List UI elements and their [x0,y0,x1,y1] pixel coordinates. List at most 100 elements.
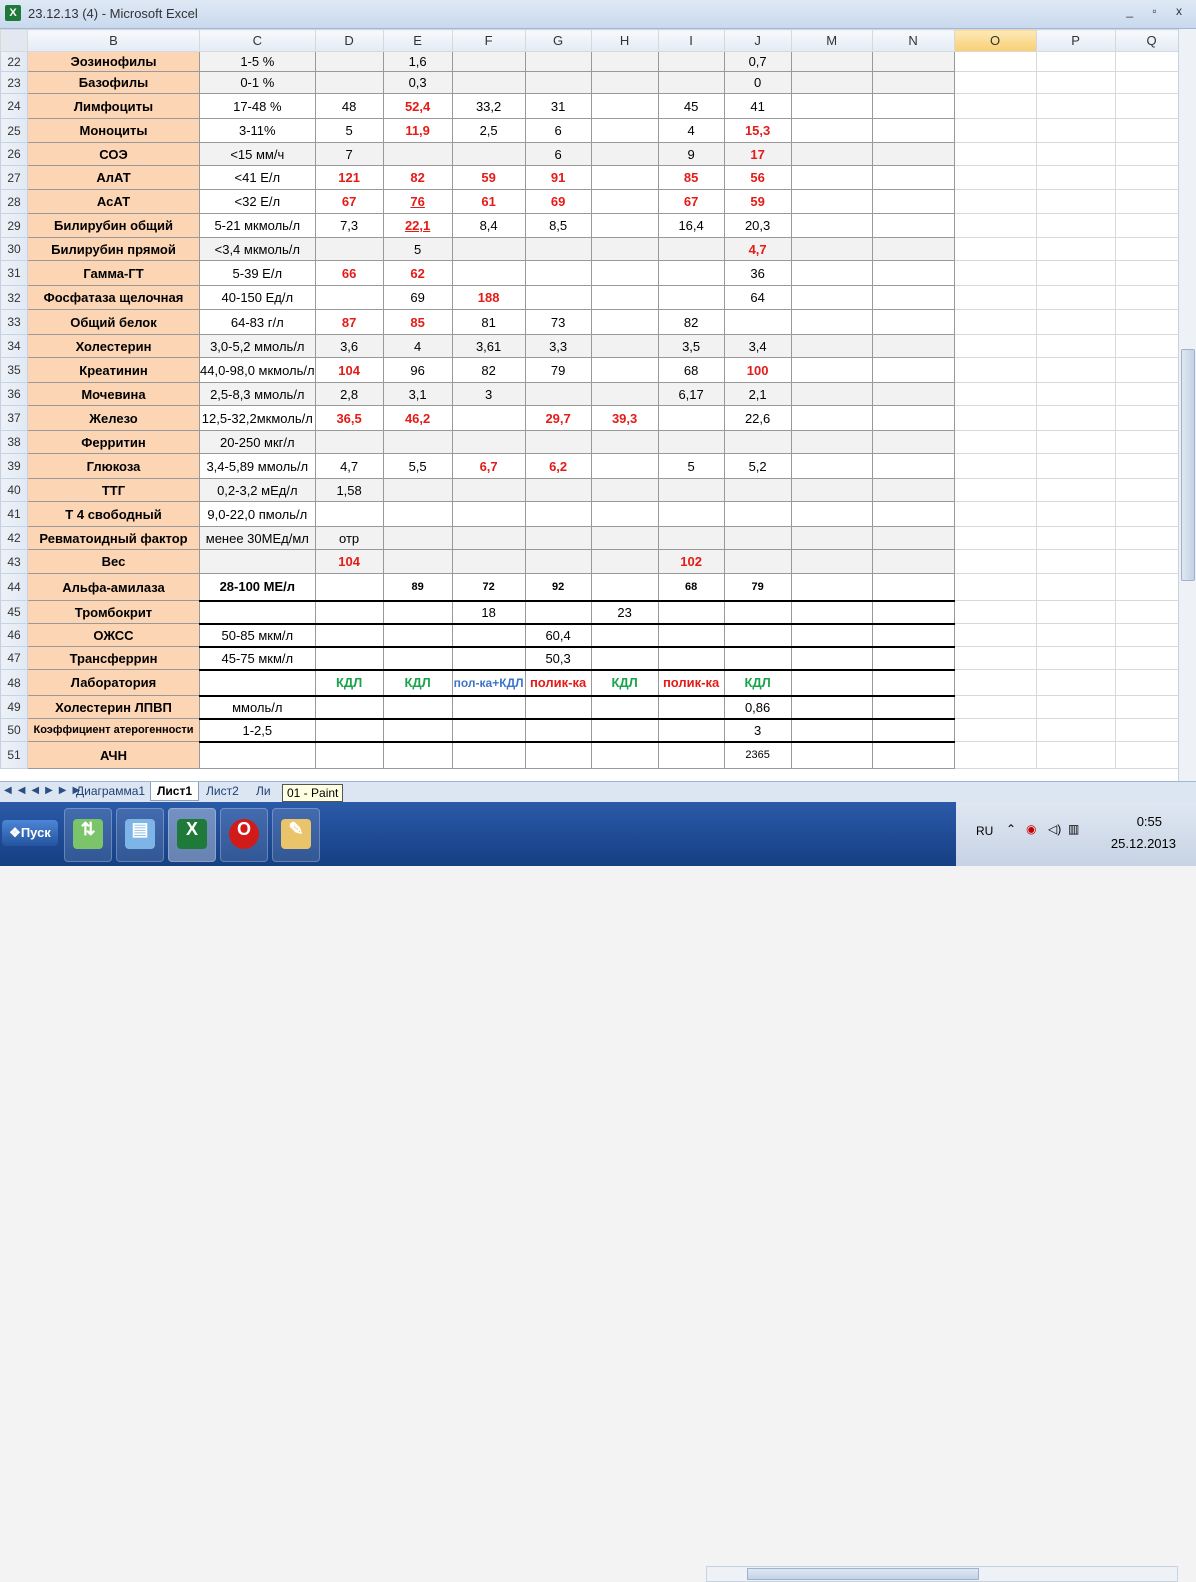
empty-cell[interactable] [790,573,873,602]
value-cell[interactable] [524,526,592,550]
empty-cell[interactable] [953,309,1037,335]
taskbar-excel[interactable]: X [168,808,216,862]
value-cell[interactable] [657,71,725,94]
value-cell[interactable]: 87 [314,309,384,335]
empty-cell[interactable] [871,165,955,190]
reference-range-cell[interactable]: 45-75 мкм/л [199,646,316,671]
value-cell[interactable]: 16,4 [657,213,725,238]
empty-cell[interactable] [790,430,873,454]
reference-range-cell[interactable]: 9,0-22,0 пмоль/л [199,501,316,527]
empty-cell[interactable] [871,695,955,720]
reference-range-cell[interactable]: ммоль/л [199,695,316,720]
empty-cell[interactable] [1035,213,1116,238]
empty-cell[interactable] [871,646,955,671]
value-cell[interactable] [590,382,659,406]
empty-cell[interactable] [1035,71,1116,94]
value-cell[interactable]: 82 [382,165,453,190]
indicator-name-cell[interactable]: АлАТ [27,165,200,190]
value-cell[interactable]: 91 [524,165,592,190]
value-cell[interactable] [451,501,526,527]
value-cell[interactable] [382,501,453,527]
value-cell[interactable] [382,695,453,720]
row-header[interactable]: 30 [0,237,28,261]
value-cell[interactable]: 29,7 [524,405,592,431]
empty-cell[interactable] [790,309,873,335]
empty-cell[interactable] [790,71,873,94]
empty-cell[interactable] [953,213,1037,238]
indicator-name-cell[interactable]: Ревматоидный фактор [27,526,200,550]
value-cell[interactable]: 5,5 [382,453,453,479]
value-cell[interactable] [524,237,592,261]
reference-range-cell[interactable]: <15 мм/ч [199,142,316,166]
empty-cell[interactable] [790,669,873,697]
empty-cell[interactable] [953,93,1037,119]
value-cell[interactable]: 60,4 [524,623,592,648]
value-cell[interactable]: 3,4 [723,334,792,358]
reference-range-cell[interactable]: 12,5-32,2мкмоль/л [199,405,316,431]
value-cell[interactable]: 4 [657,118,725,143]
value-cell[interactable] [590,118,659,143]
empty-cell[interactable] [790,549,873,574]
empty-cell[interactable] [953,573,1037,601]
value-cell[interactable]: КДЛ [382,669,453,697]
value-cell[interactable] [657,430,725,454]
column-header-g[interactable]: G [524,29,592,52]
value-cell[interactable]: 0 [723,71,792,94]
empty-cell[interactable] [790,51,873,72]
value-cell[interactable] [382,623,453,648]
tab-sheet2[interactable]: Лист2 [200,782,245,800]
empty-cell[interactable] [1035,142,1116,166]
value-cell[interactable] [590,478,659,502]
indicator-name-cell[interactable]: Холестерин ЛПВП [27,695,200,719]
indicator-name-cell[interactable]: Железо [27,405,200,431]
row-header[interactable]: 50 [0,718,28,742]
empty-cell[interactable] [871,71,955,94]
value-cell[interactable] [314,501,384,527]
value-cell[interactable]: 33,2 [451,93,526,119]
reference-range-cell[interactable]: 28-100 МЕ/л [199,573,316,602]
value-cell[interactable]: 61 [451,189,526,214]
empty-cell[interactable] [953,357,1037,383]
empty-cell[interactable] [790,118,873,143]
row-header[interactable]: 24 [0,93,28,119]
row-header[interactable]: 42 [0,526,28,550]
language-indicator[interactable]: RU [976,824,993,838]
value-cell[interactable] [657,285,725,310]
value-cell[interactable] [590,237,659,261]
value-cell[interactable] [590,51,659,72]
horizontal-scroll-thumb[interactable] [747,1568,979,1580]
reference-range-cell[interactable]: <41 Е/л [199,165,316,190]
indicator-name-cell[interactable]: Моноциты [27,118,200,143]
empty-cell[interactable] [871,501,955,527]
indicator-name-cell[interactable]: Билирубин прямой [27,237,200,261]
value-cell[interactable]: 69 [382,285,453,310]
value-cell[interactable] [451,646,526,671]
value-cell[interactable] [590,453,659,479]
value-cell[interactable] [657,526,725,550]
value-cell[interactable] [524,478,592,502]
indicator-name-cell[interactable]: Ферритин [27,430,200,454]
taskbar-opera[interactable]: O [220,808,268,862]
value-cell[interactable] [723,478,792,502]
empty-cell[interactable] [790,260,873,286]
value-cell[interactable] [723,309,792,335]
value-cell[interactable]: 2365 [723,741,792,769]
value-cell[interactable] [314,718,384,743]
value-cell[interactable]: 22,6 [723,405,792,431]
empty-cell[interactable] [790,189,873,214]
value-cell[interactable] [590,718,659,743]
value-cell[interactable]: 76 [382,189,453,214]
value-cell[interactable] [314,573,384,602]
value-cell[interactable]: 5 [314,118,384,143]
empty-cell[interactable] [790,741,873,769]
value-cell[interactable]: 73 [524,309,592,335]
empty-cell[interactable] [1035,718,1116,742]
indicator-name-cell[interactable]: Глюкоза [27,453,200,479]
empty-cell[interactable] [871,285,955,310]
value-cell[interactable]: 59 [451,165,526,190]
value-cell[interactable]: 85 [657,165,725,190]
value-cell[interactable] [524,430,592,454]
row-header[interactable]: 45 [0,600,28,624]
empty-cell[interactable] [790,600,873,625]
reference-range-cell[interactable] [199,669,316,697]
